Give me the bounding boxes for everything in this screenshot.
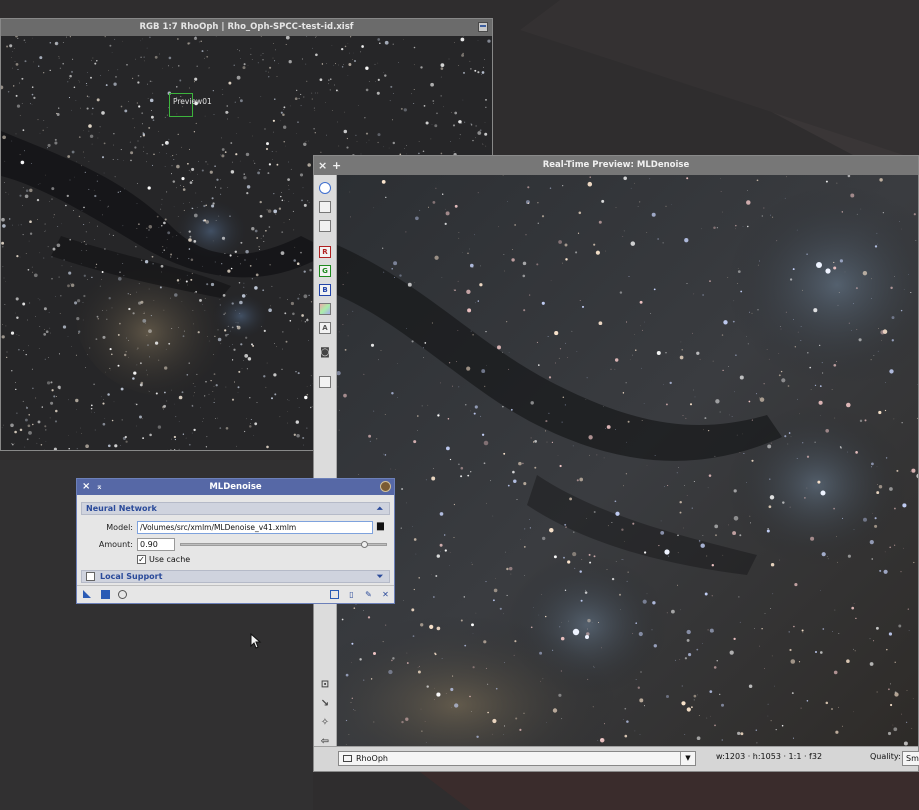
realtime-preview-titlebar[interactable]: × + Real-Time Preview: MLDenoise <box>314 156 918 175</box>
folder-icon[interactable]: ▆ <box>377 522 387 531</box>
image-view-icon <box>343 755 352 762</box>
close-icon[interactable]: × <box>82 479 90 495</box>
wrench-icon[interactable]: ✎ <box>364 590 373 599</box>
collapse-arrow-icon[interactable]: ⏶ <box>377 503 383 514</box>
realtime-preview-image[interactable] <box>337 175 918 747</box>
model-label: Model: <box>106 523 133 532</box>
mldenoise-titlebar[interactable]: × ⌅ MLDenoise <box>77 479 394 495</box>
local-support-section-title: Local Support <box>100 572 163 581</box>
amount-value: 0.90 <box>140 540 158 549</box>
preview01-label: Preview01 <box>173 97 212 106</box>
shade-icon[interactable]: ⌅ <box>96 479 103 495</box>
new-instance-icon[interactable] <box>83 590 91 598</box>
amount-slider-handle[interactable] <box>361 541 368 548</box>
preview-toolbar: R G B A ◙ ⊡ ↘ ✧ ⇦ ⛶ <box>314 175 337 766</box>
pixinsight-logo-icon <box>380 481 391 492</box>
browse-documentation-icon[interactable] <box>330 590 339 599</box>
display-function-icon[interactable] <box>319 376 331 388</box>
close-icon[interactable]: × <box>318 156 327 175</box>
local-support-checkbox[interactable] <box>86 572 95 581</box>
realtime-preview-window[interactable]: × + Real-Time Preview: MLDenoise R G B A… <box>313 155 919 772</box>
realtime-preview-toggle-icon[interactable] <box>118 590 127 599</box>
reset-icon[interactable]: ✕ <box>381 590 390 599</box>
amount-label: Amount: <box>98 540 133 549</box>
shade-window-icon[interactable] <box>478 22 488 32</box>
neural-network-section-title: Neural Network <box>86 504 157 513</box>
quality-selector-value: Smo <box>906 754 919 763</box>
green-channel-icon[interactable]: G <box>319 265 331 277</box>
realtime-preview-title: Real-Time Preview: MLDenoise <box>542 160 690 170</box>
apply-global-icon[interactable] <box>101 590 110 599</box>
split-view-icon[interactable] <box>319 201 331 213</box>
dropdown-arrow-icon[interactable]: ▼ <box>680 752 695 765</box>
fit-view-icon[interactable]: ⊡ <box>319 680 331 692</box>
quality-selector[interactable]: Smo <box>902 751 919 766</box>
dialog-footer: ▯ ✎ ✕ <box>77 585 394 603</box>
quality-label: Quality: <box>870 752 901 761</box>
image-window-title: RGB 1:7 RhoOph | Rho_Oph-SPCC-test-id.xi… <box>139 22 354 32</box>
use-cache-label: Use cache <box>149 555 191 564</box>
zoom-in-arrow-icon[interactable]: ↘ <box>319 699 331 711</box>
expand-arrow-icon[interactable]: ⏷ <box>377 571 383 582</box>
camera-icon[interactable]: ◙ <box>319 348 331 360</box>
red-channel-icon[interactable]: R <box>319 246 331 258</box>
overlay-view-icon[interactable] <box>319 220 331 232</box>
mldenoise-title: MLDenoise <box>209 482 262 492</box>
plus-icon[interactable]: + <box>332 156 341 175</box>
zoom-circle-icon[interactable] <box>319 182 331 194</box>
preview-status-bar: RhoOph ▼ w:1203 · h:1053 · 1:1 · f32 Qua… <box>314 746 919 771</box>
model-path-value: /Volumes/src/xmlm/MLDenoise_v41.xmlm <box>140 523 297 532</box>
blue-channel-icon[interactable]: B <box>319 284 331 296</box>
rgb-channel-icon[interactable] <box>319 303 331 315</box>
zoom-out-arrow-icon[interactable]: ✧ <box>319 718 331 730</box>
local-support-section-header[interactable]: Local Support ⏷ <box>81 570 390 583</box>
document-icon[interactable]: ▯ <box>347 590 356 599</box>
mldenoise-dialog[interactable]: × ⌅ MLDenoise Neural Network ⏶ Model: /V… <box>76 478 395 604</box>
alpha-channel-icon[interactable]: A <box>319 322 331 334</box>
model-path-input[interactable]: /Volumes/src/xmlm/MLDenoise_v41.xmlm <box>137 521 373 534</box>
amount-slider[interactable] <box>180 541 387 548</box>
image-dimensions-readout: w:1203 · h:1053 · 1:1 · f32 <box>716 752 823 761</box>
amount-input[interactable]: 0.90 <box>137 538 175 551</box>
use-cache-checkbox[interactable]: ✓ <box>137 555 146 564</box>
image-window-titlebar[interactable]: RGB 1:7 RhoOph | Rho_Oph-SPCC-test-id.xi… <box>1 19 492 36</box>
neural-network-section-header[interactable]: Neural Network ⏶ <box>81 502 390 515</box>
nebula-image <box>337 175 918 747</box>
view-selector-value: RhoOph <box>356 754 388 763</box>
mouse-cursor-icon <box>250 633 262 649</box>
view-selector[interactable]: RhoOph ▼ <box>338 751 696 766</box>
